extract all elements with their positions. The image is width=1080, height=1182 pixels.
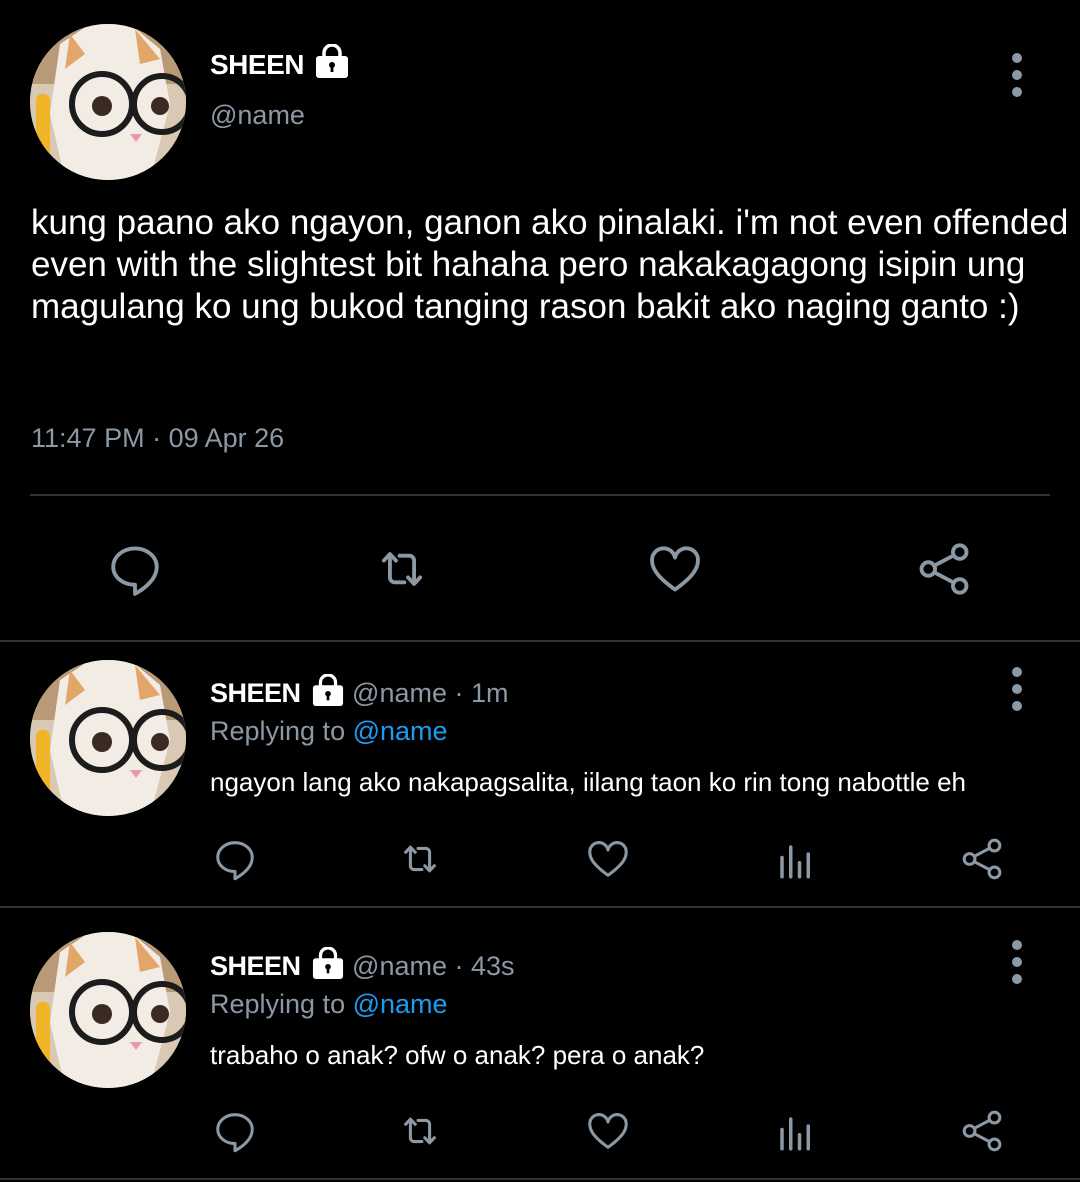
author-name-text: SHEEN [210,49,304,80]
avatar[interactable] [30,932,186,1088]
divider [0,906,1080,908]
retweet-icon[interactable] [397,836,443,882]
tweet-time: 11:47 PM [31,423,145,453]
author-handle[interactable]: @name [352,678,447,708]
reply-icon[interactable] [212,1108,258,1154]
tweet-text: kung paano ako ngayon, ganon ako pinalak… [31,203,1069,326]
author-name[interactable]: SHEEN [210,678,301,708]
avatar[interactable] [30,660,186,816]
mention-link[interactable]: @name [353,716,448,746]
reply-header: SHEEN @name · 1m [210,674,509,709]
mention-link[interactable]: @name [353,989,448,1019]
like-icon[interactable] [646,540,704,598]
divider [0,640,1080,642]
author-name[interactable]: SHEEN [210,951,301,981]
lock-icon [311,947,345,979]
tweet-age[interactable]: 1m [471,678,509,708]
reply-icon[interactable] [212,836,258,882]
retweet-icon[interactable] [373,540,431,598]
tweet-text: trabaho o anak? ofw o anak? pera o anak? [210,1040,705,1070]
lock-icon [314,44,350,78]
replying-label: Replying to [210,716,346,746]
like-icon[interactable] [585,1108,631,1154]
analytics-icon[interactable] [775,1112,817,1154]
retweet-icon[interactable] [397,1108,443,1154]
avatar[interactable] [30,24,186,180]
analytics-icon[interactable] [775,840,817,882]
separator-dot: · [144,423,169,453]
author-handle[interactable]: @name [210,100,305,131]
share-icon[interactable] [915,540,973,598]
tweet-date: 09 Apr 26 [168,423,285,453]
tweet-timestamp[interactable]: 11:47 PM · 09 Apr 26 [31,423,284,454]
tweet-age[interactable]: 43s [471,951,515,981]
reply-header: SHEEN @name · 43s [210,947,515,982]
replying-label: Replying to [210,989,346,1019]
replying-to: Replying to @name [210,716,448,747]
tweet-text: ngayon lang ako nakapagsalita, iilang ta… [210,767,967,797]
lock-icon [311,674,345,706]
more-options-icon[interactable] [1002,937,1032,987]
share-icon[interactable] [959,1108,1005,1154]
reply-icon[interactable] [106,540,164,598]
share-icon[interactable] [959,836,1005,882]
like-icon[interactable] [585,836,631,882]
separator-dot: · [447,678,471,708]
more-options-icon[interactable] [1002,664,1032,714]
author-handle[interactable]: @name [352,951,447,981]
author-name[interactable]: SHEEN [210,44,350,81]
divider [30,494,1050,496]
more-options-icon[interactable] [1002,50,1032,100]
separator-dot: · [447,951,471,981]
divider [0,1178,1080,1180]
replying-to: Replying to @name [210,989,448,1020]
